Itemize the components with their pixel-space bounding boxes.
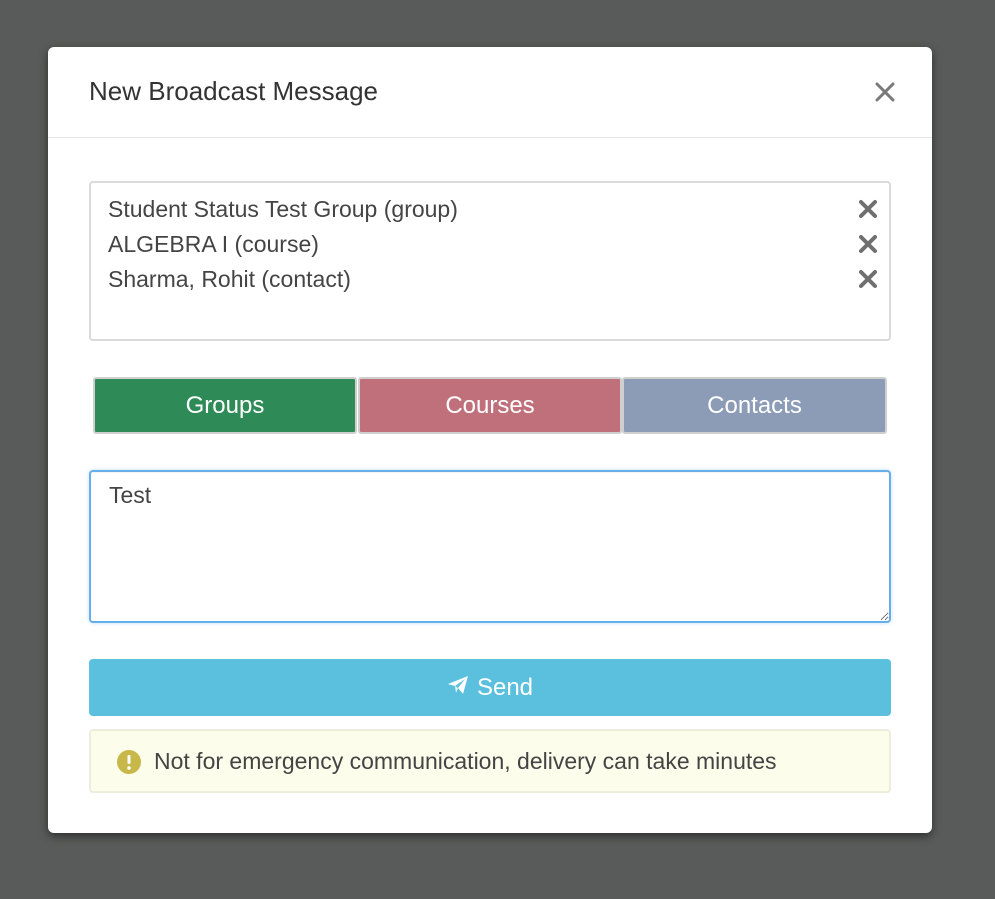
recipient-label: Sharma, Rohit (contact) — [108, 266, 351, 292]
tab-courses[interactable]: Courses — [358, 377, 622, 434]
recipient-label: Student Status Test Group (group) — [108, 196, 458, 222]
remove-icon[interactable] — [858, 269, 878, 289]
remove-icon[interactable] — [858, 199, 878, 219]
tab-contacts[interactable]: Contacts — [622, 377, 887, 434]
recipient-label: ALGEBRA I (course) — [108, 231, 319, 257]
send-label: Send — [476, 673, 534, 701]
warning-text: Not for emergency communication, deliver… — [154, 748, 777, 774]
tab-groups[interactable]: Groups — [93, 377, 357, 434]
recipient-item: Sharma, Rohit (contact) — [108, 262, 878, 296]
recipient-list[interactable]: Student Status Test Group (group) ALGEBR… — [89, 181, 891, 341]
close-icon[interactable] — [870, 77, 900, 107]
recipient-item: ALGEBRA I (course) — [108, 227, 878, 261]
modal-title: New Broadcast Message — [89, 76, 379, 106]
send-button[interactable]: Send — [89, 659, 891, 716]
warning-alert: Not for emergency communication, deliver… — [89, 729, 891, 793]
recipient-item: Student Status Test Group (group) — [108, 192, 878, 226]
paper-plane-icon — [447, 674, 469, 702]
message-textarea[interactable]: Test — [89, 470, 891, 623]
exclamation-circle-icon — [117, 750, 141, 774]
broadcast-modal: New Broadcast Message Student Status Tes… — [48, 47, 932, 833]
recipient-type-tabs: Groups Courses Contacts — [93, 377, 888, 434]
remove-icon[interactable] — [858, 234, 878, 254]
modal-header: New Broadcast Message — [48, 47, 932, 138]
